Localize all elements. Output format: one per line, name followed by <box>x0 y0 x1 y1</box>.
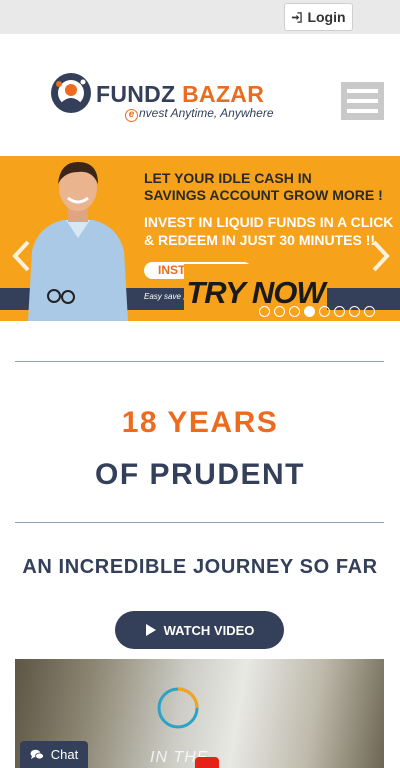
carousel-next-icon[interactable] <box>370 238 392 274</box>
promo-carousel[interactable]: Easy save , LET YOUR IDLE CASH IN SAVING… <box>0 156 400 321</box>
logo-brand-fundz: FUNDZ <box>96 81 176 107</box>
carousel-dot[interactable] <box>364 306 375 317</box>
prudent-heading: OF PRUDENT <box>95 458 305 491</box>
top-bar: Login <box>0 0 400 34</box>
carousel-dot[interactable] <box>349 306 360 317</box>
carousel-dot[interactable] <box>304 306 315 317</box>
carousel-dot[interactable] <box>274 306 285 317</box>
section-divider-top <box>15 361 384 362</box>
carousel-dot[interactable] <box>259 306 270 317</box>
carousel-prev-icon[interactable] <box>10 238 32 274</box>
years-heading: 18 YEARS <box>121 406 279 439</box>
logo-tagline: e nvest Anytime, Anywhere <box>125 106 274 122</box>
banner-subheadline: INVEST IN LIQUID FUNDS IN A CLICK & REDE… <box>144 214 394 248</box>
section-divider-bottom <box>15 522 384 523</box>
play-icon <box>145 624 156 636</box>
hamburger-menu-button[interactable] <box>341 82 384 120</box>
carousel-indicators <box>259 306 375 317</box>
menu-bar <box>347 109 378 113</box>
youtube-play-icon[interactable] <box>195 757 219 768</box>
tagline-text: nvest Anytime, Anywhere <box>139 106 274 120</box>
smiling-man-illustration <box>28 162 128 321</box>
carousel-dot[interactable] <box>334 306 345 317</box>
site-header: FUNDZ BAZAR e nvest Anytime, Anywhere <box>0 34 400 156</box>
carousel-dot[interactable] <box>289 306 300 317</box>
journey-heading: AN INCREDIBLE JOURNEY SO FAR <box>22 556 378 578</box>
login-button[interactable]: Login <box>284 3 353 31</box>
carousel-dot[interactable] <box>319 306 330 317</box>
login-label: Login <box>307 9 346 25</box>
logo-brand-bazar: BAZAR <box>182 81 265 107</box>
menu-bar <box>347 89 378 93</box>
tagline-e-mark: e <box>125 109 138 122</box>
video-ring-graphic <box>157 687 199 729</box>
menu-bar <box>347 99 378 103</box>
chat-bubbles-icon <box>30 749 44 759</box>
watch-video-button[interactable]: WATCH VIDEO <box>115 611 284 649</box>
banner-strip-text: Easy save , <box>144 292 186 301</box>
watch-video-label: WATCH VIDEO <box>163 622 255 638</box>
banner-headline: LET YOUR IDLE CASH IN SAVINGS ACCOUNT GR… <box>144 170 383 203</box>
fundzbazar-logo[interactable]: FUNDZ BAZAR e nvest Anytime, Anywhere <box>50 72 274 124</box>
chat-button[interactable]: Chat <box>20 741 88 768</box>
chat-label: Chat <box>50 747 79 762</box>
logo-mark-icon <box>51 73 91 113</box>
logo-wordmark: FUNDZ BAZAR <box>96 81 264 108</box>
sign-in-icon <box>292 11 303 23</box>
